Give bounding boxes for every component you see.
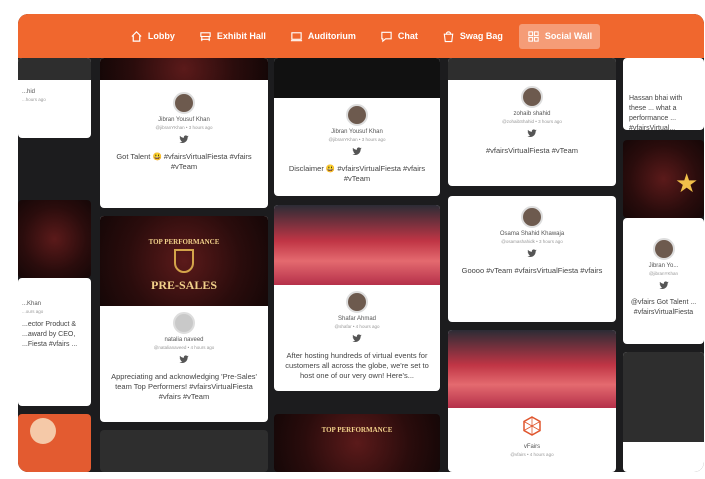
post-text: Goooo #vTeam #vfairsVirtualFiesta #vfair… bbox=[461, 266, 603, 275]
nav-swag-bag-label: Swag Bag bbox=[459, 31, 503, 41]
nav-social-wall[interactable]: Social Wall bbox=[518, 23, 601, 49]
twitter-icon bbox=[179, 355, 189, 363]
nav-social-wall-label: Social Wall bbox=[544, 31, 593, 41]
post-author: Osama Shahid Khawaja bbox=[499, 231, 565, 237]
post-meta: @jibranYKhan bbox=[648, 271, 679, 276]
twitter-icon bbox=[352, 334, 362, 342]
post-author: natalia naveed bbox=[164, 337, 204, 343]
post-author: zohaib shahid bbox=[513, 111, 551, 117]
post-card[interactable]: Osama Shahid Khawaja @osamashahidk • 3 h… bbox=[448, 196, 616, 322]
twitter-icon bbox=[352, 147, 362, 155]
app-frame: Lobby Exhibit Hall Auditorium Chat Swag … bbox=[18, 14, 704, 472]
post-card[interactable]: zohaib shahid @zohaibShahid • 3 hours ag… bbox=[448, 58, 616, 186]
post-meta: @shafar • 4 hours ago bbox=[334, 324, 380, 329]
post-text: ...ector Product & ...award by CEO, ...F… bbox=[22, 321, 78, 348]
post-image-card[interactable] bbox=[18, 200, 91, 278]
nav-chat[interactable]: Chat bbox=[372, 24, 426, 49]
avatar bbox=[521, 86, 543, 108]
banner-title: TOP PERFORMANCE bbox=[321, 426, 393, 434]
post-image bbox=[274, 205, 440, 285]
avatar bbox=[652, 238, 675, 260]
twitter-icon bbox=[527, 129, 537, 137]
post-image bbox=[100, 58, 268, 80]
post-image bbox=[18, 58, 91, 80]
post-card[interactable]: TOP PERFORMANCE PRE-SALES natalia naveed… bbox=[100, 216, 268, 422]
post-meta: @jibranYKhan • 3 hours ago bbox=[328, 137, 386, 142]
top-nav: Lobby Exhibit Hall Auditorium Chat Swag … bbox=[18, 14, 704, 58]
post-text: @vfairs Got Talent ... #vfairsVirtualFie… bbox=[630, 299, 697, 316]
post-image-card[interactable]: TOP PERFORMANCE bbox=[274, 414, 440, 472]
avatar bbox=[346, 104, 368, 126]
post-card[interactable]: Shafar Ahmad @shafar • 4 hours ago After… bbox=[274, 205, 440, 391]
post-text: Hassan bhai with these ... what a perfor… bbox=[629, 95, 683, 130]
post-text: #vfairsVirtualFiesta #vTeam bbox=[486, 146, 578, 155]
post-text: Disclaimer 😃 #vfairsVirtualFiesta #vfair… bbox=[288, 164, 426, 183]
post-card[interactable]: Jibran Yousuf Khan @jibranYKhan • 3 hour… bbox=[274, 58, 440, 196]
post-text: Got Talent 😃 #vfairsVirtualFiesta #vfair… bbox=[116, 152, 252, 171]
nav-chat-label: Chat bbox=[397, 31, 418, 41]
twitter-icon bbox=[179, 135, 189, 143]
post-author: Jibran Yousuf Khan bbox=[331, 129, 383, 135]
bag-icon bbox=[443, 30, 454, 42]
post-image bbox=[623, 352, 704, 442]
post-image: TOP PERFORMANCE PRE-SALES bbox=[100, 216, 268, 306]
post-image-card[interactable] bbox=[18, 414, 91, 472]
post-author: Jibran Yousuf Khan bbox=[158, 117, 210, 123]
nav-lobby[interactable]: Lobby bbox=[122, 24, 183, 49]
star-icon: ★ bbox=[675, 168, 699, 198]
post-text: After hosting hundreds of virtual events… bbox=[285, 351, 429, 380]
nav-auditorium-label: Auditorium bbox=[307, 31, 356, 41]
post-author: Shafar Ahmad bbox=[337, 316, 377, 322]
post-card[interactable] bbox=[623, 352, 704, 472]
avatar bbox=[521, 206, 543, 228]
grid-icon bbox=[528, 30, 539, 42]
vfairs-logo-icon bbox=[523, 416, 541, 436]
nav-exhibit-hall-label: Exhibit Hall bbox=[216, 31, 266, 41]
post-card[interactable]: Jibran Yousuf Khan @jibranYKhan • 3 hour… bbox=[100, 58, 268, 208]
post-meta: @osamashahidk • 3 hours ago bbox=[501, 239, 563, 244]
booth-icon bbox=[200, 31, 211, 41]
post-image-card[interactable]: ★ bbox=[623, 140, 704, 218]
post-author: vFairs bbox=[523, 444, 541, 450]
nav-exhibit-hall[interactable]: Exhibit Hall bbox=[191, 24, 274, 49]
chat-icon bbox=[381, 31, 392, 42]
post-text: Appreciating and acknowledging 'Pre-Sale… bbox=[111, 372, 257, 401]
post-meta: @zohaibShahid • 3 hours ago bbox=[502, 119, 562, 124]
nav-lobby-label: Lobby bbox=[147, 31, 175, 41]
home-icon bbox=[131, 30, 142, 42]
post-card[interactable]: Jibran Yo... @jibranYKhan @vfairs Got Ta… bbox=[623, 218, 704, 344]
post-card[interactable]: ...hid ...hours ago bbox=[18, 58, 91, 138]
post-image bbox=[448, 58, 616, 80]
banner-title: TOP PERFORMANCE bbox=[148, 238, 220, 246]
avatar bbox=[173, 92, 195, 114]
post-author: ...Khan bbox=[22, 301, 42, 307]
twitter-icon bbox=[527, 249, 537, 257]
trophy-icon bbox=[174, 249, 194, 273]
social-wall: ...hid ...hours ago ...Khan ...ours ago … bbox=[18, 58, 704, 472]
nav-auditorium[interactable]: Auditorium bbox=[282, 24, 364, 49]
nav-swag-bag[interactable]: Swag Bag bbox=[434, 24, 511, 49]
twitter-icon bbox=[658, 281, 669, 289]
post-meta: ...hours ago bbox=[22, 97, 46, 102]
post-card[interactable]: ...Khan ...ours ago ...ector Product & .… bbox=[18, 278, 91, 406]
post-meta: @jibranYKhan • 3 hours ago bbox=[155, 125, 213, 130]
post-author: Jibran Yo... bbox=[648, 263, 679, 269]
post-author: ...hid bbox=[22, 89, 36, 95]
post-image bbox=[274, 58, 440, 98]
post-card[interactable]: Hassan bhai with these ... what a perfor… bbox=[623, 58, 704, 130]
post-meta: @vfairs • 4 hours ago bbox=[510, 452, 554, 457]
post-image bbox=[448, 330, 616, 408]
post-meta: @natalianaveed • 4 hours ago bbox=[153, 345, 215, 350]
post-card[interactable]: vFairs @vfairs • 4 hours ago bbox=[448, 330, 616, 472]
screen-icon bbox=[290, 31, 302, 41]
avatar bbox=[346, 291, 368, 313]
avatar bbox=[173, 312, 195, 334]
post-image-card[interactable] bbox=[100, 430, 268, 472]
banner-subtitle: PRE-SALES bbox=[150, 278, 218, 292]
